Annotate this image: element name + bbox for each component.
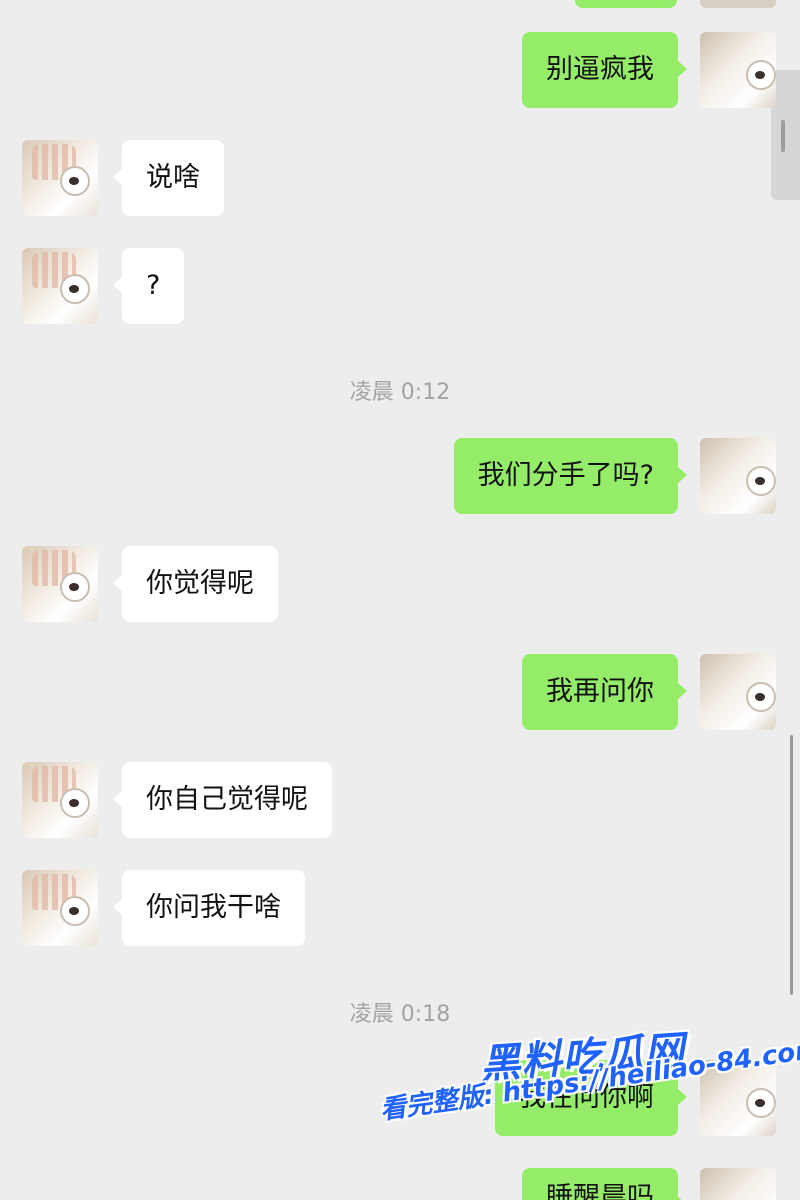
paw-icon <box>746 682 776 712</box>
previous-message-bubble-edge <box>575 0 677 8</box>
sent-message-bubble[interactable]: 我再问你 <box>522 654 687 730</box>
self-avatar[interactable] <box>700 438 776 514</box>
contact-avatar[interactable] <box>22 546 98 622</box>
message-row: 我们分手了吗? <box>0 438 800 514</box>
message-row: 别逼疯我 <box>0 32 800 108</box>
paw-icon <box>60 572 90 602</box>
paw-icon <box>60 166 90 196</box>
sent-message-bubble[interactable]: 我们分手了吗? <box>453 438 688 514</box>
paw-icon <box>60 788 90 818</box>
paw-icon <box>746 466 776 496</box>
received-message-bubble[interactable]: 你觉得呢 <box>113 546 278 622</box>
sent-message-bubble[interactable]: 睡醒晨吗 <box>522 1168 687 1200</box>
message-row: 你自己觉得呢 <box>0 762 800 838</box>
self-avatar[interactable] <box>700 32 776 108</box>
contact-avatar[interactable] <box>22 140 98 216</box>
paw-icon <box>746 1088 776 1118</box>
contact-avatar[interactable] <box>22 248 98 324</box>
paw-icon <box>746 60 776 90</box>
message-row: 我再问你 <box>0 654 800 730</box>
received-message-bubble[interactable]: 你问我干啥 <box>113 870 305 946</box>
message-row: ? <box>0 248 800 324</box>
timestamp: 凌晨 0:12 <box>349 380 451 405</box>
message-row: 睡醒晨吗 <box>0 1168 800 1200</box>
message-row: 说啥 <box>0 140 800 216</box>
contact-avatar[interactable] <box>22 762 98 838</box>
received-message-bubble[interactable]: 说啥 <box>113 140 224 216</box>
paw-icon <box>60 896 90 926</box>
previous-avatar-edge <box>700 0 776 8</box>
paw-icon <box>60 274 90 304</box>
received-message-bubble[interactable]: 你自己觉得呢 <box>113 762 332 838</box>
clipped-message-area: 睡醒晨吗 <box>0 1168 800 1200</box>
received-message-bubble[interactable]: ? <box>112 248 185 324</box>
sent-message-bubble[interactable]: 别逼疯我 <box>522 32 687 108</box>
message-row: 你问我干啥 <box>0 870 800 946</box>
self-avatar[interactable] <box>700 654 776 730</box>
message-row: 你觉得呢 <box>0 546 800 622</box>
self-avatar[interactable] <box>700 1168 776 1200</box>
contact-avatar[interactable] <box>22 870 98 946</box>
